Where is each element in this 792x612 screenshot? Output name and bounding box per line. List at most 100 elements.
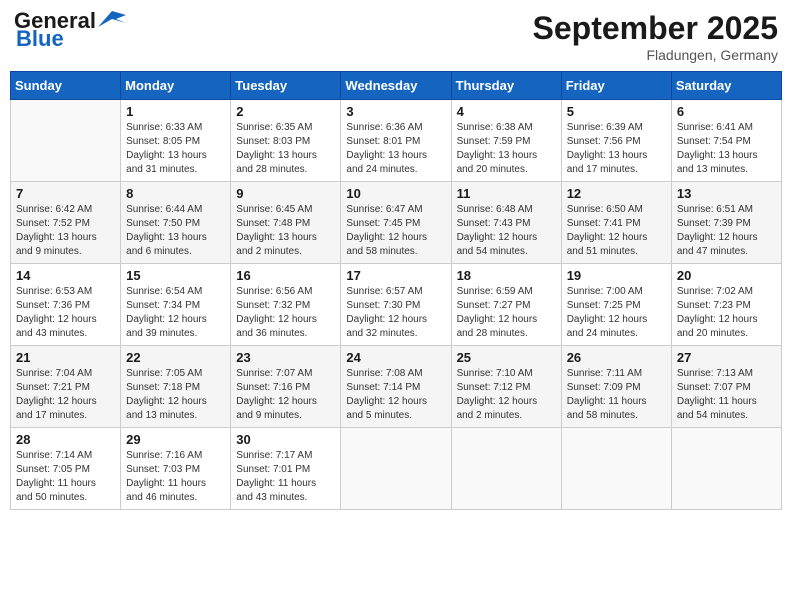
day-number: 3 (346, 104, 445, 119)
location: Fladungen, Germany (533, 47, 778, 63)
calendar-cell: 25 Sunrise: 7:10 AMSunset: 7:12 PMDayligh… (451, 346, 561, 428)
day-number: 15 (126, 268, 225, 283)
day-number: 7 (16, 186, 115, 201)
calendar-header-friday: Friday (561, 72, 671, 100)
day-number: 17 (346, 268, 445, 283)
day-number: 16 (236, 268, 335, 283)
day-number: 30 (236, 432, 335, 447)
day-info: Sunrise: 6:41 AMSunset: 7:54 PMDaylight:… (677, 121, 776, 177)
calendar-cell: 5 Sunrise: 6:39 AMSunset: 7:56 PMDaylight… (561, 100, 671, 182)
day-info: Sunrise: 7:17 AMSunset: 7:01 PMDaylight:… (236, 449, 335, 505)
day-info: Sunrise: 6:56 AMSunset: 7:32 PMDaylight:… (236, 285, 335, 341)
calendar-cell: 27 Sunrise: 7:13 AMSunset: 7:07 PMDayligh… (671, 346, 781, 428)
day-info: Sunrise: 6:54 AMSunset: 7:34 PMDaylight:… (126, 285, 225, 341)
day-number: 24 (346, 350, 445, 365)
calendar-cell: 16 Sunrise: 6:56 AMSunset: 7:32 PMDayligh… (231, 264, 341, 346)
calendar-cell (341, 428, 451, 510)
day-number: 20 (677, 268, 776, 283)
calendar-header-monday: Monday (121, 72, 231, 100)
day-number: 21 (16, 350, 115, 365)
calendar-cell: 6 Sunrise: 6:41 AMSunset: 7:54 PMDaylight… (671, 100, 781, 182)
day-info: Sunrise: 6:48 AMSunset: 7:43 PMDaylight:… (457, 203, 556, 259)
day-info: Sunrise: 7:13 AMSunset: 7:07 PMDaylight:… (677, 367, 776, 423)
page-header: General Blue September 2025 Fladungen, G… (10, 10, 782, 63)
calendar-cell: 19 Sunrise: 7:00 AMSunset: 7:25 PMDayligh… (561, 264, 671, 346)
calendar-cell: 2 Sunrise: 6:35 AMSunset: 8:03 PMDaylight… (231, 100, 341, 182)
day-number: 22 (126, 350, 225, 365)
day-info: Sunrise: 6:35 AMSunset: 8:03 PMDaylight:… (236, 121, 335, 177)
title-area: September 2025 Fladungen, Germany (533, 10, 778, 63)
day-info: Sunrise: 7:16 AMSunset: 7:03 PMDaylight:… (126, 449, 225, 505)
day-info: Sunrise: 6:36 AMSunset: 8:01 PMDaylight:… (346, 121, 445, 177)
logo: General Blue (14, 10, 126, 50)
day-number: 8 (126, 186, 225, 201)
day-number: 18 (457, 268, 556, 283)
day-info: Sunrise: 6:59 AMSunset: 7:27 PMDaylight:… (457, 285, 556, 341)
day-number: 5 (567, 104, 666, 119)
day-info: Sunrise: 7:05 AMSunset: 7:18 PMDaylight:… (126, 367, 225, 423)
logo-blue: Blue (14, 28, 64, 50)
day-number: 1 (126, 104, 225, 119)
day-info: Sunrise: 6:42 AMSunset: 7:52 PMDaylight:… (16, 203, 115, 259)
calendar-cell: 3 Sunrise: 6:36 AMSunset: 8:01 PMDaylight… (341, 100, 451, 182)
calendar-table: SundayMondayTuesdayWednesdayThursdayFrid… (10, 71, 782, 510)
calendar-header-saturday: Saturday (671, 72, 781, 100)
day-info: Sunrise: 7:08 AMSunset: 7:14 PMDaylight:… (346, 367, 445, 423)
day-number: 29 (126, 432, 225, 447)
day-info: Sunrise: 6:51 AMSunset: 7:39 PMDaylight:… (677, 203, 776, 259)
calendar-cell: 17 Sunrise: 6:57 AMSunset: 7:30 PMDayligh… (341, 264, 451, 346)
day-info: Sunrise: 6:57 AMSunset: 7:30 PMDaylight:… (346, 285, 445, 341)
calendar-header-sunday: Sunday (11, 72, 121, 100)
calendar-cell: 29 Sunrise: 7:16 AMSunset: 7:03 PMDayligh… (121, 428, 231, 510)
calendar-cell: 13 Sunrise: 6:51 AMSunset: 7:39 PMDayligh… (671, 182, 781, 264)
calendar-cell: 22 Sunrise: 7:05 AMSunset: 7:18 PMDayligh… (121, 346, 231, 428)
calendar-week-2: 7 Sunrise: 6:42 AMSunset: 7:52 PMDaylight… (11, 182, 782, 264)
calendar-header-wednesday: Wednesday (341, 72, 451, 100)
day-number: 19 (567, 268, 666, 283)
day-info: Sunrise: 7:02 AMSunset: 7:23 PMDaylight:… (677, 285, 776, 341)
calendar-cell: 26 Sunrise: 7:11 AMSunset: 7:09 PMDayligh… (561, 346, 671, 428)
day-info: Sunrise: 6:44 AMSunset: 7:50 PMDaylight:… (126, 203, 225, 259)
day-info: Sunrise: 6:53 AMSunset: 7:36 PMDaylight:… (16, 285, 115, 341)
day-info: Sunrise: 7:04 AMSunset: 7:21 PMDaylight:… (16, 367, 115, 423)
calendar-cell: 24 Sunrise: 7:08 AMSunset: 7:14 PMDayligh… (341, 346, 451, 428)
day-number: 23 (236, 350, 335, 365)
day-info: Sunrise: 6:39 AMSunset: 7:56 PMDaylight:… (567, 121, 666, 177)
calendar-week-4: 21 Sunrise: 7:04 AMSunset: 7:21 PMDayligh… (11, 346, 782, 428)
calendar-cell: 18 Sunrise: 6:59 AMSunset: 7:27 PMDayligh… (451, 264, 561, 346)
day-number: 11 (457, 186, 556, 201)
calendar-header-thursday: Thursday (451, 72, 561, 100)
month-title: September 2025 (533, 10, 778, 47)
day-info: Sunrise: 7:11 AMSunset: 7:09 PMDaylight:… (567, 367, 666, 423)
calendar-header-tuesday: Tuesday (231, 72, 341, 100)
calendar-cell: 4 Sunrise: 6:38 AMSunset: 7:59 PMDaylight… (451, 100, 561, 182)
day-number: 13 (677, 186, 776, 201)
day-info: Sunrise: 7:07 AMSunset: 7:16 PMDaylight:… (236, 367, 335, 423)
calendar-week-1: 1 Sunrise: 6:33 AMSunset: 8:05 PMDaylight… (11, 100, 782, 182)
day-info: Sunrise: 7:00 AMSunset: 7:25 PMDaylight:… (567, 285, 666, 341)
calendar-cell: 14 Sunrise: 6:53 AMSunset: 7:36 PMDayligh… (11, 264, 121, 346)
day-info: Sunrise: 6:45 AMSunset: 7:48 PMDaylight:… (236, 203, 335, 259)
day-info: Sunrise: 7:10 AMSunset: 7:12 PMDaylight:… (457, 367, 556, 423)
calendar-cell: 7 Sunrise: 6:42 AMSunset: 7:52 PMDaylight… (11, 182, 121, 264)
calendar-week-3: 14 Sunrise: 6:53 AMSunset: 7:36 PMDayligh… (11, 264, 782, 346)
calendar-cell (451, 428, 561, 510)
day-number: 26 (567, 350, 666, 365)
day-number: 2 (236, 104, 335, 119)
calendar-cell (561, 428, 671, 510)
day-info: Sunrise: 6:33 AMSunset: 8:05 PMDaylight:… (126, 121, 225, 177)
day-number: 27 (677, 350, 776, 365)
day-number: 25 (457, 350, 556, 365)
day-number: 9 (236, 186, 335, 201)
day-number: 4 (457, 104, 556, 119)
calendar-cell: 21 Sunrise: 7:04 AMSunset: 7:21 PMDayligh… (11, 346, 121, 428)
calendar-cell: 9 Sunrise: 6:45 AMSunset: 7:48 PMDaylight… (231, 182, 341, 264)
day-number: 6 (677, 104, 776, 119)
day-info: Sunrise: 6:38 AMSunset: 7:59 PMDaylight:… (457, 121, 556, 177)
calendar-cell: 15 Sunrise: 6:54 AMSunset: 7:34 PMDayligh… (121, 264, 231, 346)
day-number: 12 (567, 186, 666, 201)
calendar-cell: 11 Sunrise: 6:48 AMSunset: 7:43 PMDayligh… (451, 182, 561, 264)
day-number: 14 (16, 268, 115, 283)
calendar-body: 1 Sunrise: 6:33 AMSunset: 8:05 PMDaylight… (11, 100, 782, 510)
logo-bird-icon (98, 9, 126, 31)
